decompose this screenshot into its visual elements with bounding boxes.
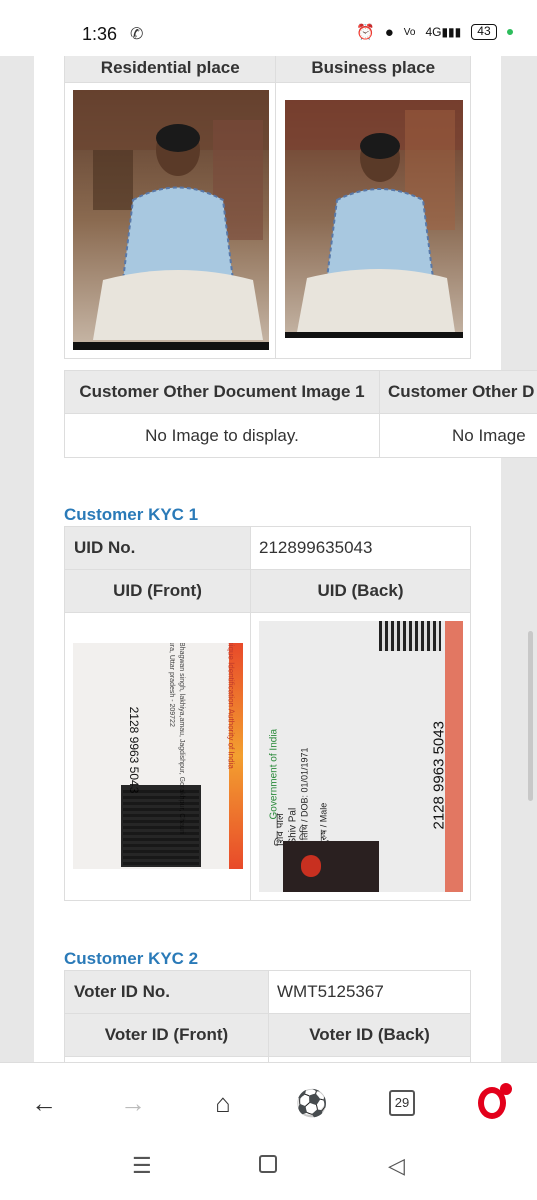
battery-level: 43 bbox=[477, 24, 491, 38]
uid-label: UID No. bbox=[64, 526, 251, 570]
opera-menu-button[interactable] bbox=[472, 1083, 512, 1123]
browser-toolbar: ← → ⌂ ⚽ 29 ☰ ◁ bbox=[0, 1062, 537, 1200]
uid-front-image[interactable]: Unique Identification Authority of India… bbox=[73, 643, 243, 869]
uid-back-gender: पुरुष / Male bbox=[318, 802, 329, 846]
uid-back-stripe bbox=[445, 621, 463, 892]
status-icons: ⏰ ● Vo 4G▮▮▮ 43 bbox=[356, 23, 513, 41]
home-icon: ⌂ bbox=[215, 1087, 231, 1118]
signal-icon: 4G▮▮▮ bbox=[425, 25, 462, 39]
business-photo-image bbox=[285, 100, 463, 338]
residential-place-header: Residential place bbox=[63, 56, 277, 83]
other-doc-1-cell: No Image to display. bbox=[64, 413, 380, 458]
battery-icon: 43 bbox=[471, 24, 497, 40]
tabs-icon: 29 bbox=[389, 1090, 415, 1116]
other-doc-2-cell: No Image bbox=[379, 413, 537, 458]
home-system-button[interactable] bbox=[259, 1153, 277, 1179]
back-arrow-icon: ← bbox=[31, 1087, 57, 1118]
alarm-icon: ⏰ bbox=[356, 24, 375, 41]
uid-value: 212899635043 bbox=[250, 526, 471, 570]
other-doc-1-header: Customer Other Document Image 1 bbox=[64, 370, 380, 414]
uid-back-photo-face bbox=[301, 855, 321, 877]
business-photo[interactable] bbox=[285, 100, 463, 338]
uid-back-dob: जन्म तिथि / DOB: 01/01/1971 bbox=[299, 747, 310, 858]
voter-front-header: Voter ID (Front) bbox=[64, 1013, 269, 1057]
forward-button[interactable]: → bbox=[113, 1083, 153, 1123]
location-icon: ● bbox=[384, 23, 394, 41]
network-type: 4G bbox=[425, 25, 442, 39]
residential-photo-image bbox=[73, 90, 269, 350]
uid-back-header: UID (Back) bbox=[250, 569, 471, 613]
scrollbar[interactable] bbox=[528, 631, 533, 801]
uid-front-header: UID (Front) bbox=[64, 569, 251, 613]
kyc2-title: Customer KYC 2 bbox=[64, 949, 199, 968]
uid-back-image[interactable]: Government of India शिव पाल Shiv Pal जन्… bbox=[259, 621, 463, 892]
home-button[interactable]: ⌂ bbox=[203, 1083, 243, 1123]
status-bar: 1:36 ✆ ⏰ ● Vo 4G▮▮▮ 43 bbox=[0, 0, 537, 56]
notification-dot-icon bbox=[500, 1083, 512, 1095]
business-place-header: Business place bbox=[275, 56, 471, 83]
uid-front-qr bbox=[121, 785, 201, 867]
uid-front-authority: Unique Identification Authority of India bbox=[226, 643, 236, 769]
uid-back-name-hi: शिव पाल bbox=[275, 813, 286, 846]
clock: 1:36 bbox=[82, 24, 118, 44]
residential-photo[interactable] bbox=[73, 90, 269, 350]
kyc1-title: Customer KYC 1 bbox=[64, 505, 199, 524]
privacy-dot-icon bbox=[506, 29, 513, 35]
other-doc-2-header: Customer Other D bbox=[379, 370, 537, 414]
kyc2-table: Voter ID No. WMT5125367 Voter ID (Front)… bbox=[64, 970, 471, 1062]
soccer-ball-icon: ⚽ bbox=[295, 1087, 329, 1118]
other-documents-table: Customer Other Document Image 1 Customer… bbox=[64, 370, 537, 458]
page-viewport[interactable]: Residential place Business place Custome… bbox=[0, 56, 537, 1062]
voter-id-value: WMT5125367 bbox=[268, 970, 471, 1014]
forward-arrow-icon: → bbox=[120, 1087, 146, 1118]
back-button[interactable]: ← bbox=[24, 1083, 64, 1123]
volte-icon: Vo bbox=[403, 26, 416, 38]
voter-back-header: Voter ID (Back) bbox=[268, 1013, 471, 1057]
tabs-button[interactable]: 29 bbox=[382, 1083, 422, 1123]
voter-id-label: Voter ID No. bbox=[64, 970, 269, 1014]
square-icon bbox=[259, 1155, 277, 1173]
call-icon: ✆ bbox=[130, 26, 144, 43]
recents-button[interactable]: ☰ bbox=[132, 1153, 152, 1179]
uid-back-qr bbox=[379, 621, 441, 651]
uid-back-number: 2128 9963 5043 bbox=[430, 721, 448, 830]
uid-back-photo bbox=[283, 841, 379, 892]
back-system-button[interactable]: ◁ bbox=[388, 1153, 405, 1179]
discover-button[interactable]: ⚽ bbox=[292, 1083, 332, 1123]
